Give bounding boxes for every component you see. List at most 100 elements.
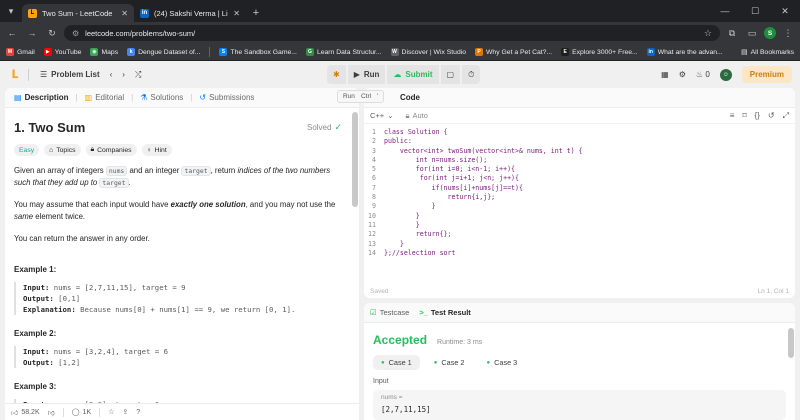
auto-mode-toggle[interactable]: 🔒︎ Auto bbox=[405, 111, 427, 121]
case-tab-2[interactable]: ● Case 2 bbox=[426, 355, 473, 370]
tab-editorial[interactable]: ▥ Editorial bbox=[82, 93, 127, 102]
settings-gear-icon[interactable]: ⚙ bbox=[679, 70, 686, 79]
forward-icon[interactable]: → bbox=[24, 25, 40, 41]
code-line[interactable]: 2 public: bbox=[364, 137, 795, 146]
hint-chip[interactable]: ♀ Hint bbox=[141, 144, 172, 156]
test-result-panel: ☑ Testcase >_ Test Result Accepted Runtime… bbox=[364, 303, 795, 420]
site-info-icon[interactable]: ⚙ bbox=[72, 29, 79, 38]
code-line[interactable]: 4 int n=nums.size(); bbox=[364, 156, 795, 165]
extensions-icon[interactable]: ⧉ bbox=[724, 25, 740, 41]
timer-button[interactable]: ⏱ bbox=[462, 65, 481, 84]
code-line[interactable]: 14};//selection sort bbox=[364, 249, 795, 258]
bookmark-sandbox[interactable]: S The Sandbox Game... bbox=[219, 48, 297, 56]
case-tab-3[interactable]: ● Case 3 bbox=[479, 355, 526, 370]
user-avatar[interactable]: ☺ bbox=[719, 68, 732, 81]
like-button[interactable]: 👍︎ 58.2K bbox=[11, 408, 40, 417]
close-tab-icon[interactable]: ✕ bbox=[121, 9, 128, 18]
submit-button[interactable]: ☁ Submit bbox=[387, 65, 439, 84]
menu-kebab-icon[interactable]: ⋮ bbox=[780, 25, 796, 41]
companies-chip[interactable]: 🔒︎ Companies bbox=[85, 144, 137, 156]
folder-icon: ▤ bbox=[741, 49, 748, 56]
next-problem-icon[interactable]: › bbox=[117, 70, 130, 79]
code-text: vector<int> twoSum(vector<int>& nums, in… bbox=[384, 146, 583, 155]
close-window-icon[interactable]: ✕ bbox=[770, 6, 800, 17]
topics-chip[interactable]: ⌂ Topics bbox=[44, 144, 81, 156]
case-tab-1[interactable]: ● Case 1 bbox=[373, 355, 420, 370]
braces-icon[interactable]: {} bbox=[755, 111, 760, 121]
thumbs-down-icon: 👎︎ bbox=[47, 409, 55, 417]
tab-search-icon[interactable]: ▾ bbox=[0, 0, 22, 22]
code-line[interactable]: 11 } bbox=[364, 221, 795, 230]
browser-tab-linkedin[interactable]: in (24) Sakshi Verma | LinkedIn ✕ bbox=[134, 4, 246, 22]
tab-testcase[interactable]: ☑ Testcase bbox=[370, 308, 409, 317]
bookmark-gfg[interactable]: G Learn Data Structur... bbox=[305, 48, 382, 56]
tab-submissions[interactable]: ↺ Submissions bbox=[196, 93, 257, 102]
close-tab-icon[interactable]: ✕ bbox=[233, 9, 240, 18]
tab-solutions[interactable]: ⚗ Solutions bbox=[137, 93, 186, 102]
format-code-icon[interactable]: ≡ bbox=[730, 111, 735, 121]
tab-test-result[interactable]: >_ Test Result bbox=[419, 308, 470, 317]
bookmark-dengue[interactable]: k Dengue Dataset of... bbox=[127, 48, 200, 56]
new-tab-icon[interactable]: + bbox=[246, 4, 266, 22]
window-controls: — ☐ ✕ bbox=[710, 0, 800, 22]
bookmark-what-are[interactable]: in What are the advan... bbox=[646, 48, 723, 56]
code-line[interactable]: 9 } bbox=[364, 202, 795, 211]
maximize-icon[interactable]: ☐ bbox=[740, 6, 770, 17]
help-button[interactable]: ? bbox=[136, 409, 140, 416]
code-line[interactable]: 12 return{}; bbox=[364, 230, 795, 239]
description-scrollbar[interactable] bbox=[352, 112, 358, 207]
favorite-button[interactable]: ☆ bbox=[108, 408, 114, 416]
leetcode-logo-icon[interactable]: ᒪ bbox=[8, 68, 22, 82]
url-bar[interactable]: ⚙ leetcode.com/problems/two-sum/ ☆ bbox=[64, 25, 720, 41]
minimize-icon[interactable]: — bbox=[710, 6, 740, 16]
share-button[interactable]: ⇪ bbox=[122, 408, 128, 416]
bookmark-star-icon[interactable]: ☆ bbox=[704, 28, 712, 39]
bookmark-youtube[interactable]: ▶ YouTube bbox=[43, 48, 81, 56]
tab-description[interactable]: ▤ Description bbox=[11, 93, 72, 102]
code-line[interactable]: 6 for(int j=i+1; j<n; j++){ bbox=[364, 174, 795, 183]
code-line[interactable]: 10 } bbox=[364, 212, 795, 221]
debug-button[interactable]: ✱ bbox=[327, 65, 346, 84]
code-line[interactable]: 5 for(int i=0; i<n-1; i++){ bbox=[364, 165, 795, 174]
browser-tab-leetcode[interactable]: L Two Sum - LeetCode ✕ bbox=[22, 4, 134, 22]
bookmark-maps[interactable]: ◉ Maps bbox=[90, 48, 118, 56]
dislike-button[interactable]: 👎︎ bbox=[48, 408, 55, 417]
comments-button[interactable]: ◯ 1K bbox=[72, 408, 91, 417]
sidebar-icon[interactable]: ▭ bbox=[744, 25, 760, 41]
code-text: public: bbox=[384, 137, 412, 146]
profile-avatar[interactable]: S bbox=[764, 27, 776, 39]
back-icon[interactable]: ← bbox=[4, 25, 20, 41]
fullscreen-icon[interactable]: ⤢ bbox=[783, 111, 789, 121]
streak-counter[interactable]: ♨ 0 bbox=[696, 70, 710, 79]
result-scrollbar[interactable] bbox=[788, 328, 794, 358]
prev-problem-icon[interactable]: ‹ bbox=[105, 70, 118, 79]
code-text: } bbox=[384, 239, 404, 248]
line-number: 12 bbox=[368, 230, 376, 239]
tab-code[interactable]: Code bbox=[400, 93, 420, 102]
example-block: Input: nums = [3,2,4], target = 6 Output… bbox=[14, 346, 342, 368]
code-editor[interactable]: 1 class Solution {2 public: 3 vector<int> t… bbox=[364, 128, 795, 258]
code-line[interactable]: 3 vector<int> twoSum(vector<int>& nums, … bbox=[364, 147, 795, 156]
notes-button[interactable]: ▢ bbox=[440, 65, 461, 84]
bookmark-explore[interactable]: E Explore 3000+ Free... bbox=[561, 48, 638, 56]
reset-icon[interactable]: ↺ bbox=[768, 111, 775, 121]
code-line[interactable]: 8 return{i,j}; bbox=[364, 193, 795, 202]
code-line[interactable]: 1 class Solution { bbox=[364, 128, 795, 137]
line-number: 10 bbox=[368, 211, 376, 220]
runtime-text: Runtime: 3 ms bbox=[437, 339, 483, 346]
language-select[interactable]: C++ ⌄ bbox=[370, 111, 393, 120]
bookmark-icon[interactable]: ⌑ bbox=[742, 111, 746, 121]
shuffle-icon[interactable]: ⤮ bbox=[130, 70, 146, 80]
line-number: 5 bbox=[372, 165, 376, 174]
premium-button[interactable]: Premium bbox=[741, 66, 792, 83]
layout-icon[interactable]: ▦ bbox=[661, 70, 669, 79]
problem-list-button[interactable]: ☰ Problem List bbox=[35, 70, 105, 79]
run-button[interactable]: ▶ Run bbox=[347, 65, 386, 84]
bookmark-wix[interactable]: W Discover | Wix Studio bbox=[390, 48, 466, 56]
code-line[interactable]: 13 } bbox=[364, 240, 795, 249]
all-bookmarks[interactable]: ▤ All Bookmarks bbox=[741, 48, 794, 57]
reload-icon[interactable]: ↻ bbox=[44, 25, 60, 41]
bookmark-pet-cat[interactable]: P Why Get a Pet Cat?... bbox=[475, 48, 552, 56]
code-line[interactable]: 7 if(nums[i]+nums[j]==t){ bbox=[364, 184, 795, 193]
bookmark-gmail[interactable]: M Gmail bbox=[6, 48, 35, 56]
